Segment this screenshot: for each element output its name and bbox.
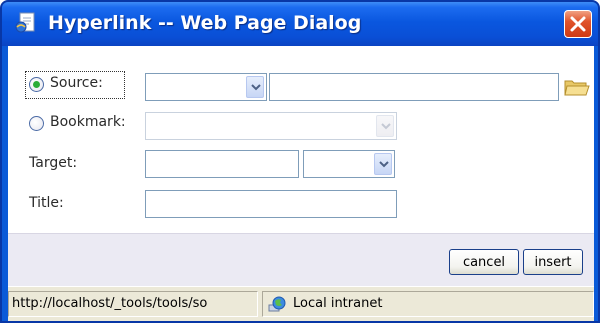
intranet-globe-icon bbox=[267, 295, 287, 313]
source-url-input[interactable] bbox=[269, 73, 559, 101]
target-input[interactable] bbox=[145, 150, 299, 178]
security-zone-label: Local intranet bbox=[293, 296, 383, 311]
chevron-down-icon bbox=[251, 84, 261, 91]
title-bar[interactable]: Hyperlink -- Web Page Dialog bbox=[2, 2, 598, 46]
target-select[interactable] bbox=[303, 150, 395, 178]
source-label: Source: bbox=[50, 75, 103, 91]
cancel-button[interactable]: cancel bbox=[449, 249, 519, 275]
hyperlink-form: Source: Bookmark: Target: Title: bbox=[8, 46, 594, 233]
target-dropdown-button[interactable] bbox=[374, 153, 392, 175]
close-icon bbox=[570, 16, 586, 32]
target-label: Target: bbox=[29, 155, 78, 171]
dialog-body: Source: Bookmark: Target: Title: cancel … bbox=[8, 46, 594, 286]
bookmark-label: Bookmark: bbox=[50, 114, 126, 130]
status-bar: http://localhost/_tools/tools/so Local i… bbox=[8, 286, 594, 321]
window-title: Hyperlink -- Web Page Dialog bbox=[48, 12, 362, 34]
insert-button[interactable]: insert bbox=[523, 249, 583, 275]
form-divider bbox=[8, 233, 594, 234]
browse-folder-button[interactable] bbox=[562, 74, 590, 100]
close-button[interactable] bbox=[564, 10, 592, 38]
ie-page-icon bbox=[14, 11, 38, 35]
source-protocol-dropdown-button[interactable] bbox=[246, 76, 264, 98]
dialog-window: Hyperlink -- Web Page Dialog Source: Boo… bbox=[0, 0, 600, 323]
bookmark-dropdown-button[interactable] bbox=[376, 115, 394, 137]
chevron-down-icon bbox=[381, 123, 391, 130]
title-label: Title: bbox=[29, 195, 64, 211]
chevron-down-icon bbox=[379, 161, 389, 168]
bookmark-radio[interactable] bbox=[29, 116, 44, 131]
status-zone: Local intranet bbox=[262, 291, 594, 317]
source-radio[interactable] bbox=[29, 77, 44, 92]
source-protocol-select[interactable] bbox=[145, 73, 267, 101]
status-url: http://localhost/_tools/tools/so bbox=[8, 291, 258, 317]
title-input[interactable] bbox=[145, 190, 397, 218]
bookmark-select[interactable] bbox=[145, 112, 397, 140]
folder-icon bbox=[564, 80, 590, 96]
